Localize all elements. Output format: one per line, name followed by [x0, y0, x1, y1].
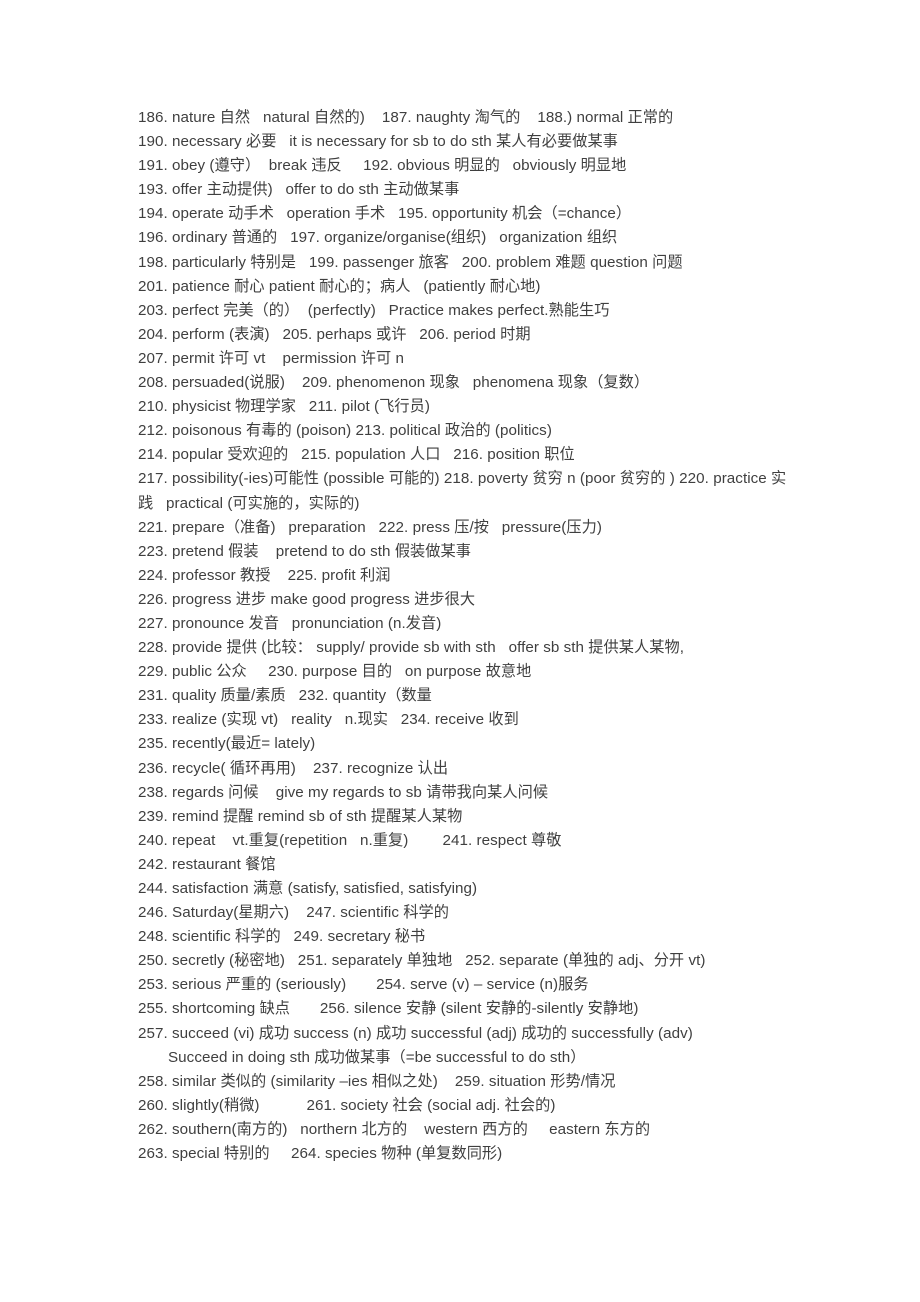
vocabulary-line: 236. recycle( 循环再用) 237. recognize 认出: [138, 759, 449, 777]
vocabulary-line: 240. repeat vt.重复(repetition n.重复) 241. …: [138, 831, 562, 849]
vocabulary-line: 258. similar 类似的 (similarity –ies 相似之处) …: [138, 1072, 616, 1090]
vocabulary-line: 201. patience 耐心 patient 耐心的；病人 (patient…: [138, 277, 541, 295]
vocabulary-line: 221. prepare（准备) preparation 222. press …: [138, 518, 602, 536]
vocabulary-line: 244. satisfaction 满意 (satisfy, satisfied…: [138, 880, 478, 897]
vocabulary-line: 217. possibility(-ies)可能性 (possible 可能的)…: [138, 470, 787, 512]
vocabulary-line: 207. permit 许可 vt permission 许可 n: [138, 349, 404, 367]
vocabulary-line: 263. special 特别的 264. species 物种 (单复数同形): [138, 1145, 503, 1163]
vocabulary-line: 210. physicist 物理学家 211. pilot (飞行员): [138, 398, 430, 416]
vocabulary-line: 229. public 公众 230. purpose 目的 on purpos…: [138, 663, 532, 681]
vocabulary-line: 194. operate 动手术 operation 手术 195. oppor…: [138, 205, 632, 223]
vocabulary-line: 227. pronounce 发音 pronunciation (n.发音): [138, 614, 442, 632]
vocabulary-line: Succeed in doing sth 成功做某事（=be successfu…: [168, 1048, 586, 1066]
vocabulary-line: 238. regards 问候 give my regards to sb 请带…: [138, 783, 549, 801]
vocabulary-line: 212. poisonous 有毒的 (poison) 213. politic…: [138, 422, 552, 440]
vocabulary-line: 223. pretend 假装 pretend to do sth 假装做某事: [138, 542, 472, 560]
vocabulary-line: 226. progress 进步 make good progress 进步很大: [138, 590, 476, 608]
vocabulary-line: 235. recently(最近= lately): [138, 735, 316, 753]
vocabulary-line: 190. necessary 必要 it is necessary for sb…: [138, 133, 618, 151]
vocabulary-line: 260. slightly(稍微) 261. society 社会 (socia…: [138, 1096, 556, 1114]
vocabulary-line: 248. scientific 科学的 249. secretary 秘书: [138, 928, 426, 946]
vocabulary-line: 198. particularly 特别是 199. passenger 旅客 …: [138, 253, 683, 271]
vocabulary-line: 246. Saturday(星期六) 247. scientific 科学的: [138, 904, 449, 922]
vocabulary-line: 208. persuaded(说服) 209. phenomenon 现象 ph…: [138, 374, 650, 392]
vocabulary-line: 196. ordinary 普通的 197. organize/organise…: [138, 229, 618, 247]
vocabulary-line: 193. offer 主动提供) offer to do sth 主动做某事: [138, 181, 460, 199]
vocabulary-line: 250. secretly (秘密地) 251. separately 单独地 …: [138, 952, 706, 970]
vocabulary-line: 191. obey (遵守） break 违反 192. obvious 明显的…: [138, 157, 627, 175]
vocabulary-line: 233. realize (实现 vt) reality n.现实 234. r…: [138, 711, 519, 729]
vocabulary-line: 262. southern(南方的) northern 北方的 western …: [138, 1120, 651, 1138]
vocabulary-line: 257. succeed (vi) 成功 success (n) 成功 succ…: [138, 1024, 693, 1042]
vocabulary-line: 255. shortcoming 缺点 256. silence 安静 (sil…: [138, 1000, 639, 1018]
document-page: 186. nature 自然 natural 自然的) 187. naughty…: [0, 0, 920, 1302]
vocabulary-line: 242. restaurant 餐馆: [138, 855, 276, 873]
vocabulary-line: 228. provide 提供 (比较： supply/ provide sb …: [138, 639, 684, 657]
vocabulary-line: 224. professor 教授 225. profit 利润: [138, 566, 391, 584]
vocabulary-line: 203. perfect 完美（的） (perfectly) Practice …: [138, 301, 610, 319]
vocabulary-line: 186. nature 自然 natural 自然的) 187. naughty…: [138, 109, 674, 126]
vocabulary-list: 186. nature 自然 natural 自然的) 187. naughty…: [0, 106, 920, 1166]
vocabulary-line: 214. popular 受欢迎的 215. population 人口 216…: [138, 446, 575, 464]
vocabulary-line: 231. quality 质量/素质 232. quantity（数量: [138, 687, 432, 705]
vocabulary-line: 253. serious 严重的 (seriously) 254. serve …: [138, 976, 589, 994]
vocabulary-line: 239. remind 提醒 remind sb of sth 提醒某人某物: [138, 807, 463, 825]
vocabulary-line: 204. perform (表演) 205. perhaps 或许 206. p…: [138, 325, 531, 343]
